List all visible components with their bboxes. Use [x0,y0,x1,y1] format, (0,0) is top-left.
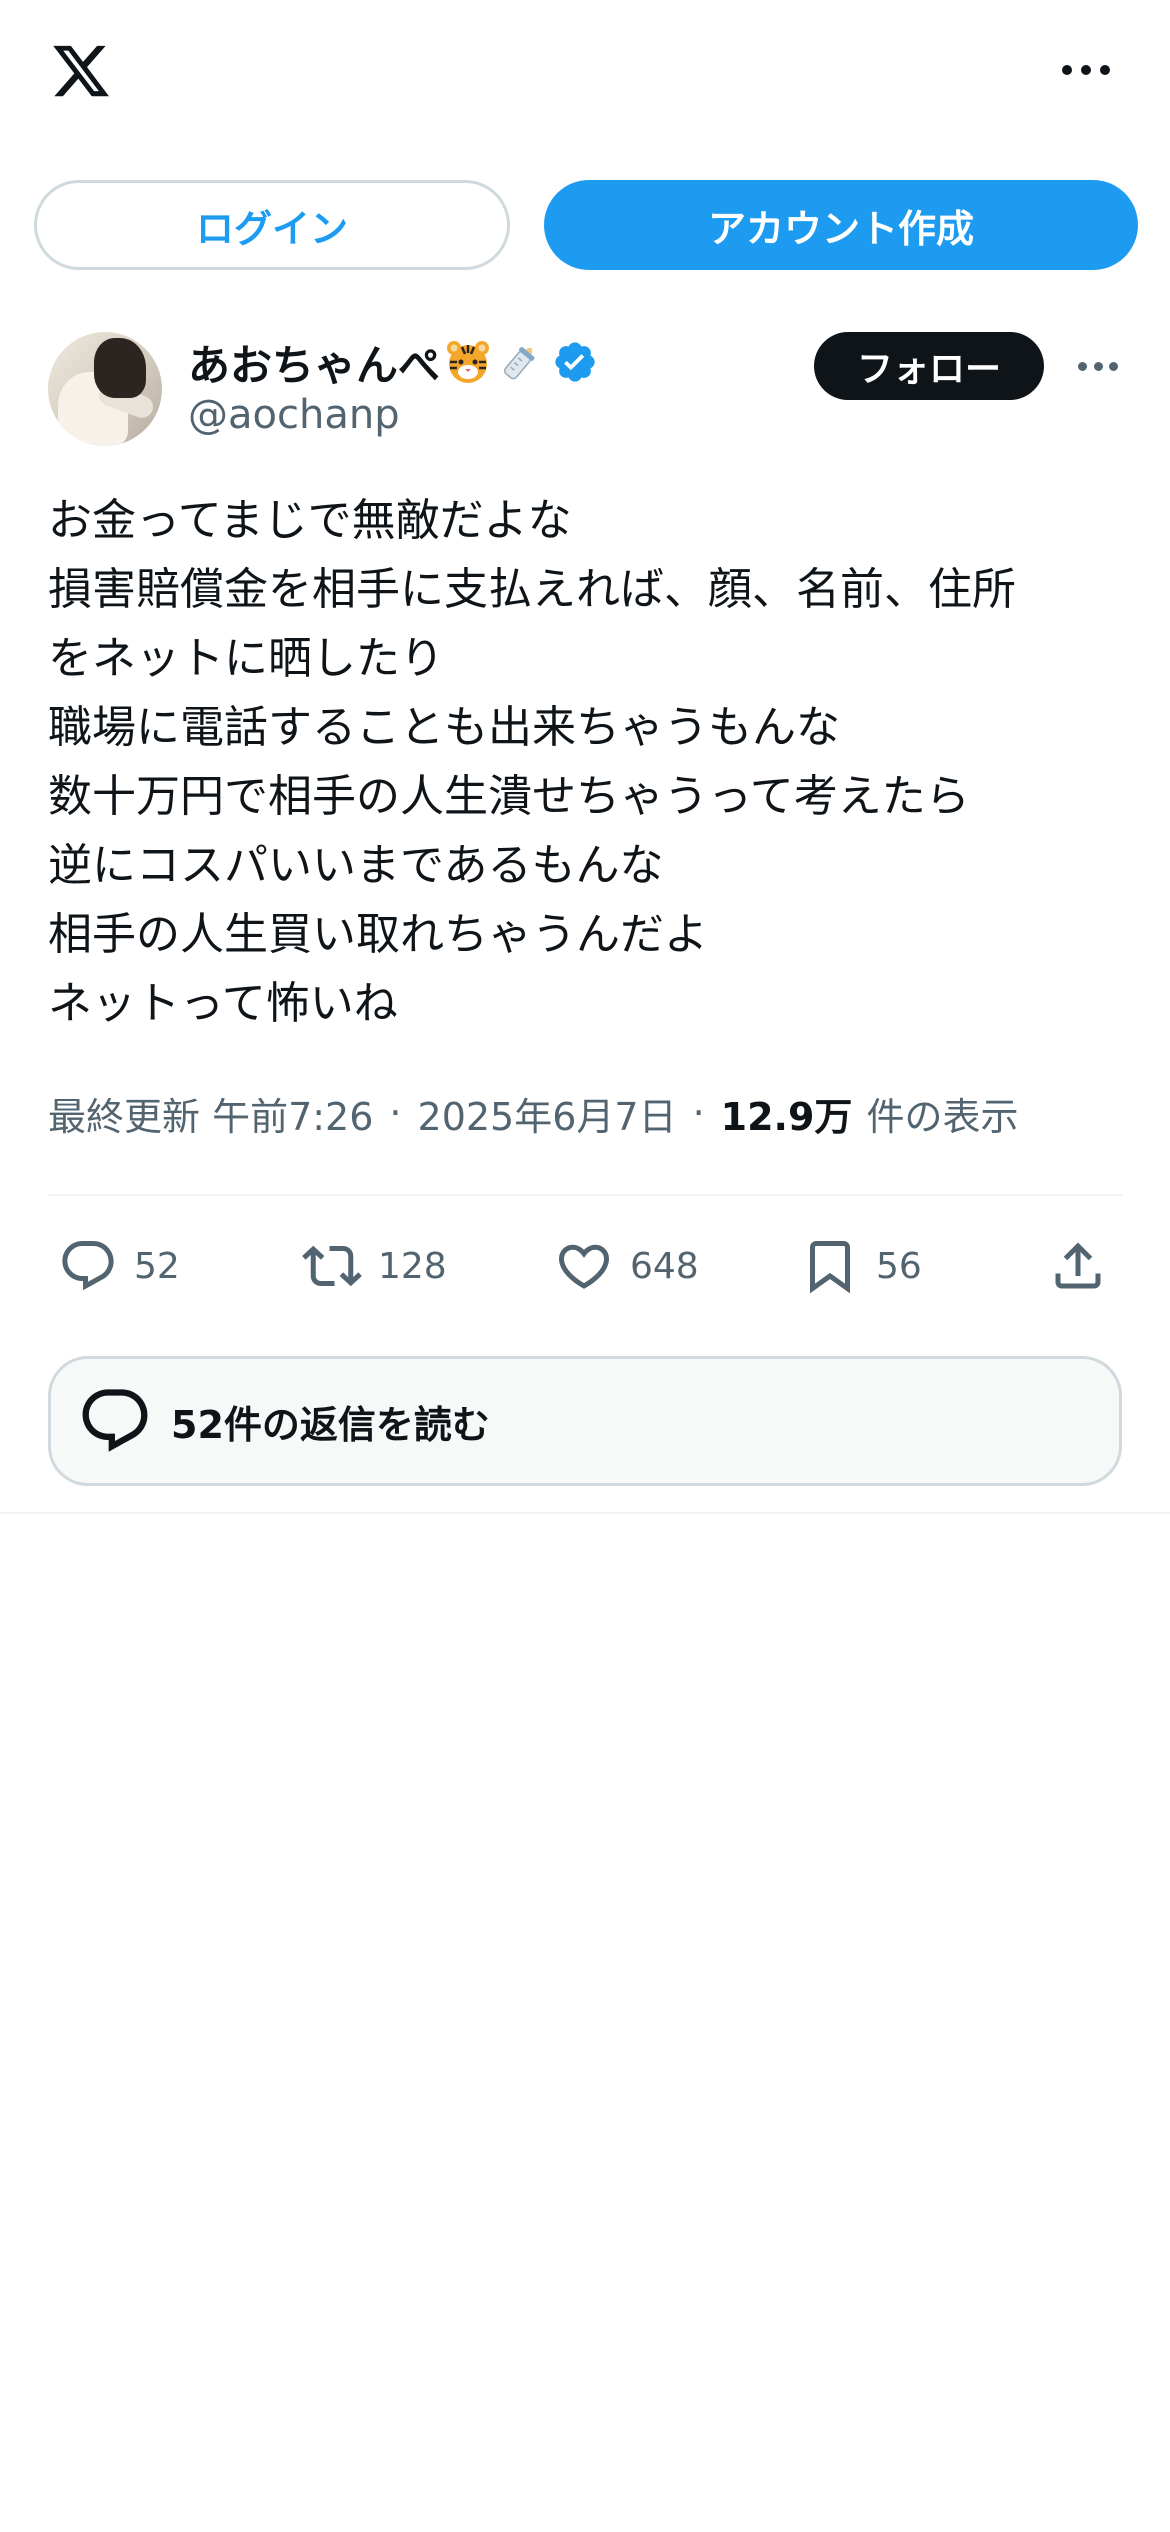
verified-badge-icon [555,342,595,382]
retweet-icon [302,1245,362,1287]
like-count: 648 [630,1245,699,1287]
tweet-line: 数十万円で相手の人生潰せちゃうって考えたら [48,771,970,822]
reply-icon [62,1241,114,1291]
bookmark-count: 56 [876,1245,922,1287]
retweet-count: 128 [378,1245,447,1287]
tweet-author: あおちゃんぺ @aochanp フォロー [48,330,1122,450]
follow-button[interactable]: フォロー [814,332,1044,400]
auth-buttons: ログイン アカウント作成 [34,180,1138,270]
login-button[interactable]: ログイン [34,180,510,270]
tweet-meta: 最終更新 午前7:26 · 2025年6月7日 · 12.9万 件の表示 [48,1080,1018,1146]
tweet-line: ネットって怖いね [48,978,398,1029]
views-label: 件の表示 [866,1094,1019,1139]
create-account-button[interactable]: アカウント作成 [544,180,1138,270]
views-count: 12.9万 [720,1094,853,1139]
bookmark-icon [810,1241,850,1294]
divider [48,1194,1122,1196]
tweet-text: お金ってまじで無敵だよな 損害賠償金を相手に支払えれば、顔、名前、住所 をネット… [48,486,1128,1038]
author-display-name[interactable]: あおちゃんぺ [188,332,440,393]
share-icon [1055,1242,1101,1289]
tweet-line: 職場に電話することも出来ちゃうもんな [48,702,840,753]
reply-button[interactable]: 52 [58,1226,180,1306]
share-button[interactable] [1048,1226,1108,1306]
tiger-face-emoji [447,341,490,383]
author-name-line[interactable]: あおちゃんぺ [188,332,598,392]
tweet-line: 損害賠償金を相手に支払えれば、顔、名前、住所 [48,564,1016,615]
heart-icon [558,1244,610,1289]
bookmark-button[interactable]: 56 [800,1226,922,1306]
tweet-line: 逆にコスパいいまであるもんな [48,840,664,891]
avatar[interactable] [48,332,162,446]
meta-separator: · [389,1091,402,1135]
read-replies-button[interactable]: 52件の返信を読む [48,1356,1122,1486]
updated-time[interactable]: 最終更新 午前7:26 [48,1086,373,1141]
tweet-date[interactable]: 2025年6月7日 [418,1086,677,1141]
read-replies-label: 52件の返信を読む [171,1402,490,1447]
reply-count: 52 [134,1245,180,1287]
author-handle[interactable]: @aochanp [188,392,400,438]
retweet-button[interactable]: 128 [302,1226,447,1306]
divider [0,1512,1170,1514]
tweet-line: をネットに晒したり [48,633,444,684]
tweet-more-dots-icon[interactable] [1078,360,1118,372]
baby-bottle-emoji [503,347,535,380]
tweet-actions: 52 128 648 56 [48,1226,1122,1306]
like-button[interactable]: 648 [554,1226,699,1306]
tweet-line: 相手の人生買い取れちゃうんだよ [48,909,708,960]
speech-bubble-icon [82,1389,148,1452]
more-dots-icon[interactable] [1062,62,1110,78]
top-bar [0,0,1170,150]
meta-separator: · [692,1091,705,1135]
tweet-line: お金ってまじで無敵だよな [48,495,572,546]
x-logo-icon[interactable] [48,40,114,102]
